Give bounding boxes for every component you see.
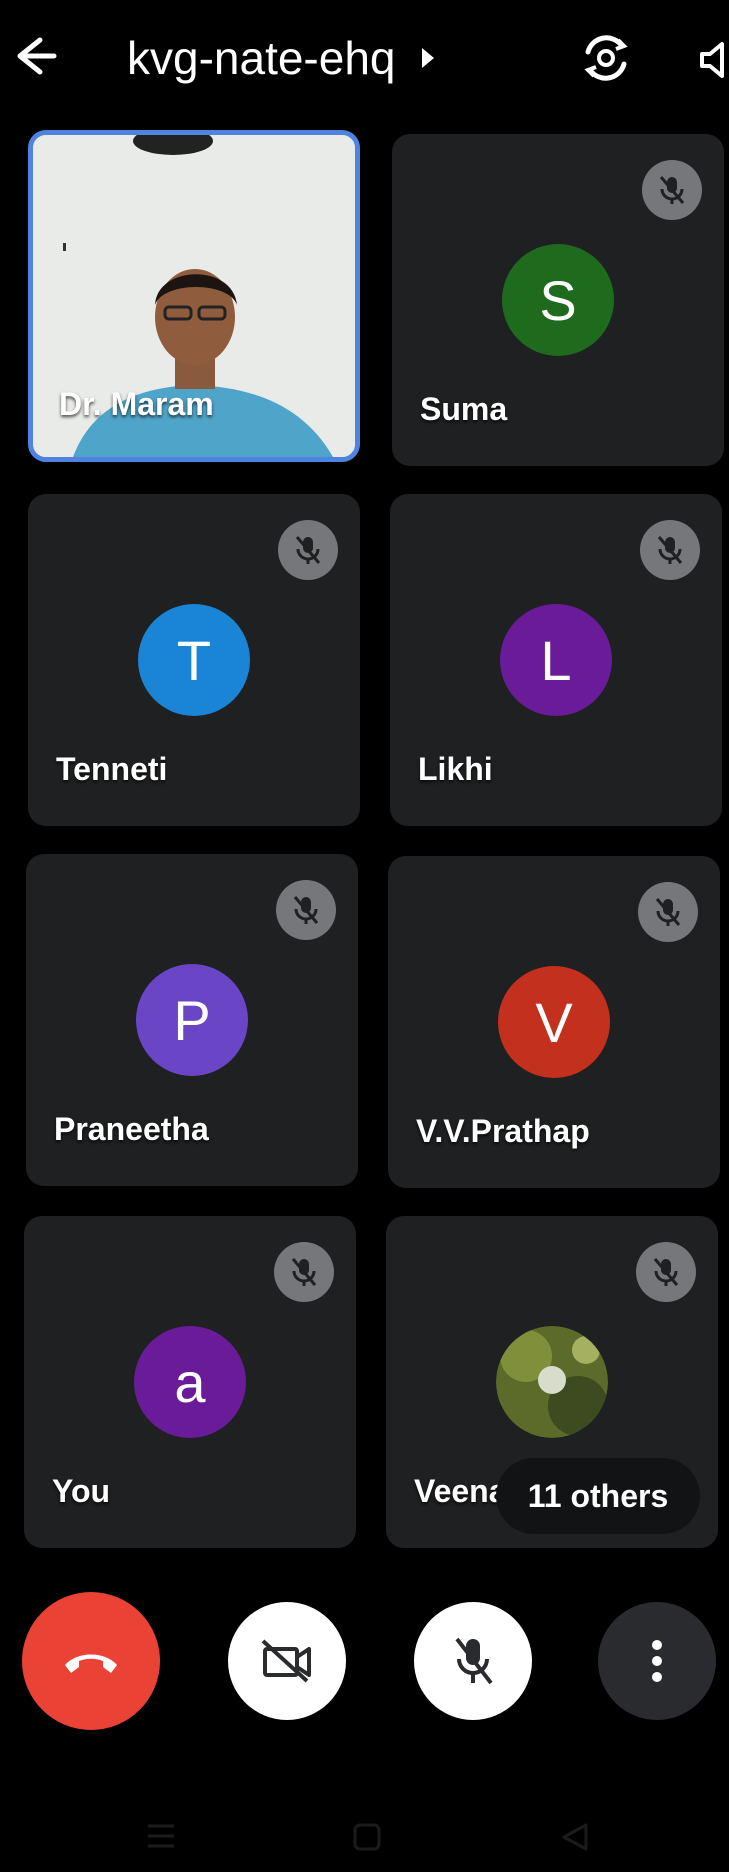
flip-camera-icon[interactable] bbox=[578, 30, 634, 86]
mic-toggle-button[interactable] bbox=[414, 1602, 532, 1720]
mic-off-icon bbox=[455, 1637, 493, 1685]
camera-off-icon bbox=[261, 1639, 311, 1683]
menu-icon[interactable] bbox=[146, 1822, 176, 1850]
system-nav-bar bbox=[0, 1800, 729, 1872]
participant-name: Tenneti bbox=[56, 751, 168, 787]
participant-name: Dr. Maram bbox=[59, 386, 214, 422]
participant-tile-likhi[interactable]: L Likhi bbox=[390, 494, 722, 826]
speaker-icon[interactable] bbox=[698, 36, 729, 84]
top-bar: kvg-nate-ehq bbox=[0, 0, 729, 120]
participant-name: V.V.Prathap bbox=[416, 1113, 590, 1149]
hang-up-icon bbox=[65, 1654, 117, 1673]
arrow-back-icon[interactable] bbox=[6, 28, 62, 84]
mic-off-icon bbox=[278, 520, 338, 580]
home-square-icon[interactable] bbox=[352, 1822, 382, 1852]
participant-tile-vv-prathap[interactable]: V V.V.Prathap bbox=[388, 856, 720, 1188]
participant-name: Praneetha bbox=[54, 1111, 209, 1147]
participant-tile-tenneti[interactable]: T Tenneti bbox=[28, 494, 360, 826]
mic-off-icon bbox=[642, 160, 702, 220]
participant-name: Likhi bbox=[418, 751, 493, 787]
avatar: S bbox=[502, 244, 614, 356]
more-options-button[interactable] bbox=[598, 1602, 716, 1720]
mic-off-icon bbox=[640, 520, 700, 580]
others-pill[interactable]: 11 others bbox=[496, 1458, 700, 1534]
hang-up-button[interactable] bbox=[22, 1592, 160, 1730]
mic-off-icon bbox=[276, 880, 336, 940]
participant-name: You bbox=[52, 1473, 111, 1509]
avatar: T bbox=[138, 604, 250, 716]
participant-name: Suma bbox=[420, 391, 508, 427]
participant-tile-praneetha[interactable]: P Praneetha bbox=[26, 854, 358, 1186]
participant-tile-you[interactable]: a You bbox=[24, 1216, 356, 1548]
mic-off-icon bbox=[638, 882, 698, 942]
back-triangle-icon[interactable] bbox=[560, 1822, 590, 1852]
participant-name: Veena bbox=[414, 1473, 507, 1509]
avatar: V bbox=[498, 966, 610, 1078]
mic-off-icon bbox=[636, 1242, 696, 1302]
avatar-photo bbox=[496, 1326, 608, 1438]
participant-tile-dr-maram[interactable]: Dr. Maram bbox=[28, 130, 360, 462]
caret-right-icon[interactable] bbox=[418, 44, 438, 72]
avatar: L bbox=[500, 604, 612, 716]
avatar: P bbox=[136, 964, 248, 1076]
camera-toggle-button[interactable] bbox=[228, 1602, 346, 1720]
mic-off-icon bbox=[274, 1242, 334, 1302]
more-vert-icon bbox=[652, 1640, 662, 1682]
meeting-title[interactable]: kvg-nate-ehq bbox=[127, 28, 396, 88]
avatar: a bbox=[134, 1326, 246, 1438]
participant-tile-suma[interactable]: S Suma bbox=[392, 134, 724, 466]
